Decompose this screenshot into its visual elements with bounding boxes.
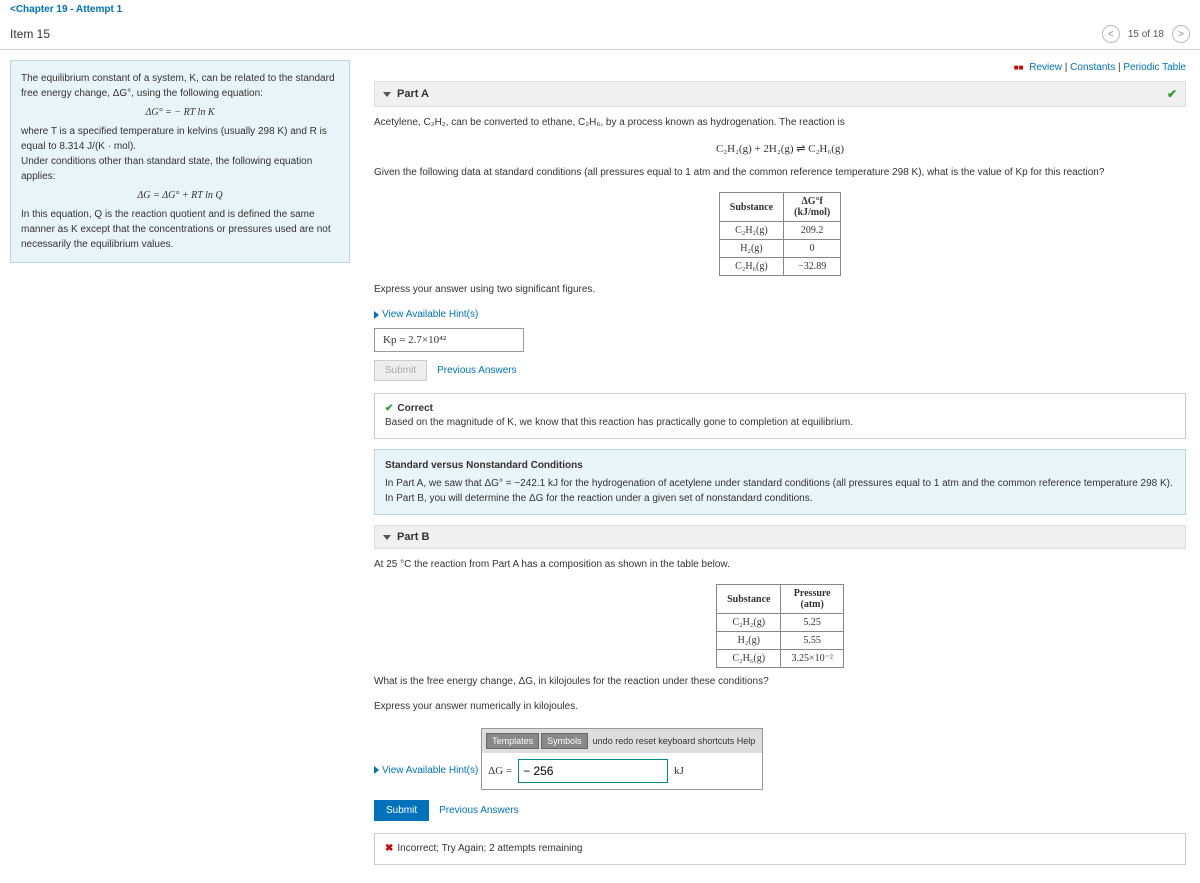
part-a-title: Part A (397, 88, 429, 100)
x-icon: ✖ (385, 843, 393, 854)
part-b-header[interactable]: Part B (374, 525, 1186, 549)
part-a-check-icon: ✔ (1167, 87, 1177, 101)
part-b-hint-link[interactable]: View Available Hint(s) (374, 761, 478, 780)
pb-r2b: 5.55 (781, 632, 843, 650)
fb-a-body: Based on the magnitude of K, we know tha… (385, 416, 1175, 430)
part-a-express: Express your answer using two significan… (374, 280, 1186, 305)
triangle-icon (374, 311, 379, 319)
pa-r3a: C₂H₆(g) (719, 258, 783, 276)
answer-unit: kJ (674, 765, 684, 777)
toolbar-rest[interactable]: undo redo reset keyboard shortcuts Help (590, 736, 759, 746)
mid-title: Standard versus Nonstandard Conditions (385, 458, 1175, 473)
answer-input[interactable] (518, 759, 668, 783)
prev-item-button[interactable]: < (1102, 25, 1120, 43)
symbols-button[interactable]: Symbols (541, 733, 588, 749)
answer-lhs: ΔG = (488, 765, 512, 777)
part-a-reaction: C₂H₂(g) + 2H₂(g) ⇌ C₂H₆(g) (374, 138, 1186, 163)
part-b-express: Express your answer numerically in kiloj… (374, 697, 1186, 722)
side-p1: The equilibrium constant of a system, K,… (21, 71, 339, 101)
part-b-submit-button[interactable]: Submit (374, 800, 429, 821)
part-a-prev-answers-link[interactable]: Previous Answers (437, 365, 516, 376)
pa-r2a: H₂(g) (719, 240, 783, 258)
pa-th2: ΔG°f (kJ/mol) (784, 193, 841, 222)
caret-down-icon (383, 535, 391, 540)
mid-body: In Part A, we saw that ΔG° = −242.1 kJ f… (385, 476, 1175, 506)
resource-links: ■■ Review | Constants | Periodic Table (374, 60, 1186, 81)
part-b-prev-answers-link[interactable]: Previous Answers (439, 805, 518, 816)
part-b-intro: At 25 °C the reaction from Part A has a … (374, 555, 1186, 580)
pa-r3b: −32.89 (784, 258, 841, 276)
part-b-question: What is the free energy change, ΔG, in k… (374, 672, 1186, 697)
side-p2: where T is a specified temperature in ke… (21, 124, 339, 154)
pager-text: 15 of 18 (1128, 29, 1164, 40)
side-p3: Under conditions other than standard sta… (21, 154, 339, 184)
part-a-line1: Acetylene, C₂H₂, can be converted to eth… (374, 113, 1186, 138)
periodic-link[interactable]: Periodic Table (1123, 62, 1186, 73)
pb-r3a: C₂H₆(g) (717, 650, 781, 668)
part-b-title: Part B (397, 531, 429, 543)
mid-info-band: Standard versus Nonstandard Conditions I… (374, 449, 1186, 515)
item-label: Item 15 (10, 27, 50, 41)
side-eq2: ΔG = ΔG° + RT ln Q (21, 184, 339, 207)
pa-r1b: 209.2 (784, 222, 841, 240)
part-a-feedback: ✔ Correct Based on the magnitude of K, we… (374, 393, 1186, 439)
pb-th2: Pressure (atm) (781, 585, 843, 614)
pb-r2a: H₂(g) (717, 632, 781, 650)
part-a-header[interactable]: Part A ✔ (374, 81, 1186, 107)
breadcrumb[interactable]: <Chapter 19 - Attempt 1 (0, 0, 1200, 19)
part-b-feedback: ✖ Incorrect; Try Again; 2 attempts remain… (374, 833, 1186, 865)
info-sidebox: The equilibrium constant of a system, K,… (10, 60, 350, 263)
check-icon: ✔ (385, 403, 393, 414)
part-a-hint-link[interactable]: View Available Hint(s) (374, 305, 478, 324)
triangle-icon (374, 766, 379, 774)
pb-r3b: 3.25×10⁻² (781, 650, 843, 668)
eq-toolbar: Templates Symbols undo redo reset keyboa… (482, 729, 762, 753)
pb-th1: Substance (717, 585, 781, 614)
side-p4: In this equation, Q is the reaction quot… (21, 207, 339, 252)
review-icon: ■■ (1014, 63, 1024, 72)
part-a-table: SubstanceΔG°f (kJ/mol) C₂H₂(g)209.2 H₂(g… (719, 192, 841, 276)
pb-r1a: C₂H₂(g) (717, 614, 781, 632)
part-a-submit-button: Submit (374, 360, 427, 381)
pa-r1a: C₂H₂(g) (719, 222, 783, 240)
item-header: Item 15 < 15 of 18 > (0, 19, 1200, 50)
templates-button[interactable]: Templates (486, 733, 539, 749)
next-item-button[interactable]: > (1172, 25, 1190, 43)
fb-a-title: Correct (397, 403, 433, 414)
pa-th1: Substance (719, 193, 783, 222)
part-a-line2: Given the following data at standard con… (374, 163, 1186, 188)
part-a-answer: Kp = 2.7×10⁴² (374, 328, 524, 352)
pa-r2b: 0 (784, 240, 841, 258)
part-b-table: SubstancePressure (atm) C₂H₂(g)5.25 H₂(g… (716, 584, 844, 668)
fb-b-text: Incorrect; Try Again; 2 attempts remaini… (397, 843, 582, 854)
answer-widget: Templates Symbols undo redo reset keyboa… (481, 728, 763, 790)
review-link[interactable]: Review (1029, 62, 1062, 73)
constants-link[interactable]: Constants (1070, 62, 1115, 73)
caret-down-icon (383, 92, 391, 97)
side-eq1: ΔG° = − RT ln K (21, 101, 339, 124)
pb-r1b: 5.25 (781, 614, 843, 632)
